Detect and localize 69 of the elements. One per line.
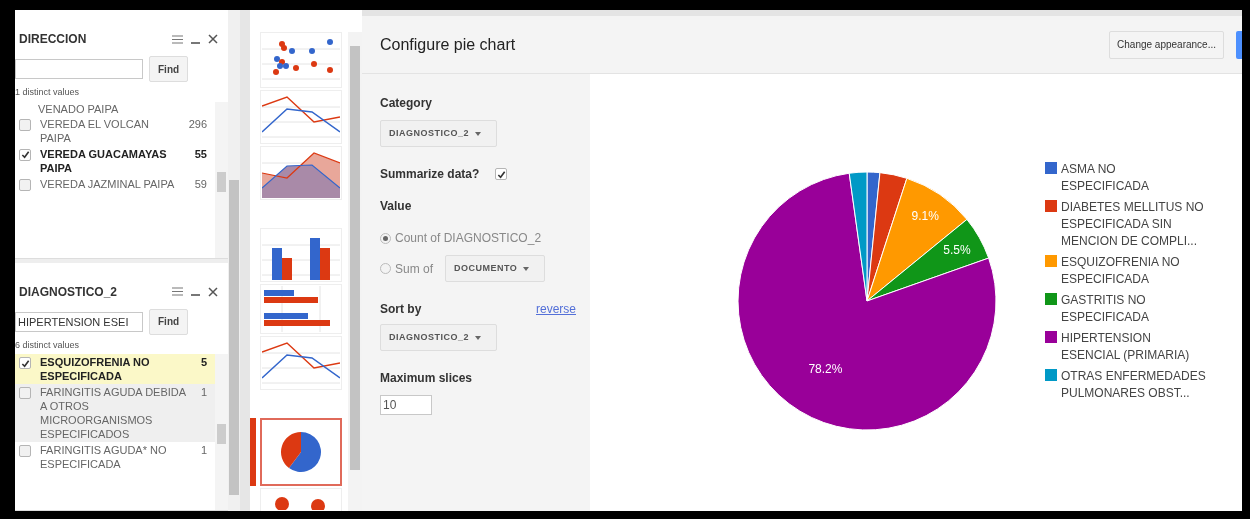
menu-icon[interactable] <box>172 287 183 296</box>
checkbox[interactable] <box>19 178 31 191</box>
slice-label: 5.5% <box>943 243 971 258</box>
legend-label: HIPERTENSION ESENCIAL (PRIMARIA) <box>1061 330 1191 364</box>
reverse-link[interactable]: reverse <box>536 300 576 318</box>
value-label: VENADO PAIPA <box>37 101 120 116</box>
find-button[interactable]: Find <box>149 56 189 82</box>
value-label: VEREDA JAZMINAL PAIPA <box>40 176 176 191</box>
value-count: 296 <box>188 116 207 131</box>
caret-icon <box>475 335 481 340</box>
change-appearance-button[interactable]: Change appearance... <box>1109 30 1224 59</box>
menu-icon[interactable] <box>172 34 183 44</box>
scrollbar[interactable] <box>215 101 228 258</box>
search-field[interactable]: HIPERTENSION ESEI <box>15 311 143 332</box>
summarize-label: Summarize data? <box>380 166 480 183</box>
max-slices-label: Maximum slices <box>380 370 474 387</box>
caret-icon <box>523 266 530 271</box>
legend-label: OTRAS ENFERMEDADES PULMONARES OBST... <box>1061 368 1206 402</box>
value-count: 5 <box>200 355 207 369</box>
slice-label: 9.1% <box>911 208 939 223</box>
distinct-count: 6 distinct values <box>15 338 81 352</box>
dropdown[interactable]: DIAGNOSTICO_2 <box>380 324 497 351</box>
value-count: 55 <box>194 146 207 161</box>
caret-icon <box>475 131 481 136</box>
action-button[interactable] <box>1236 30 1242 59</box>
filter-title: DIRECCION <box>19 31 88 48</box>
category-label: Category <box>380 95 433 112</box>
search-field[interactable] <box>15 59 143 79</box>
value-label: Value <box>380 198 413 215</box>
dropdown[interactable]: DOCUMENTO <box>445 255 545 282</box>
legend-label: ASMA NO ESPECIFICADA <box>1061 161 1151 195</box>
dropdown[interactable]: DIAGNOSTICO_2 <box>380 120 497 147</box>
checkbox[interactable] <box>19 148 31 161</box>
value-label: FARINGITIS AGUDA DEBIDA A OTROS MICROORGANISMOS ESPECIFICADOS <box>40 385 187 441</box>
pie-chart-icon <box>279 430 323 474</box>
find-button[interactable]: Find <box>149 308 189 335</box>
panel-title: Configure pie chart <box>380 34 517 55</box>
scrollbar[interactable] <box>348 32 362 511</box>
value-count: 1 <box>200 443 207 457</box>
scrollbar[interactable] <box>215 354 228 510</box>
value-row[interactable]: ESQUIZOFRENIA NO ESPECIFICADA 5 <box>15 354 215 384</box>
value-label: VEREDA EL VOLCAN PAIPA <box>40 116 151 145</box>
value-label: FARINGITIS AGUDA* NO ESPECIFICADA <box>40 443 168 471</box>
slice-label: 78.2% <box>808 362 843 377</box>
close-icon[interactable] <box>208 286 218 297</box>
scrollbar[interactable] <box>228 10 240 511</box>
value-count: 59 <box>194 176 207 191</box>
value-label: VEREDA GUACAMAYAS PAIPA <box>40 146 168 175</box>
distinct-count: 1 distinct values <box>15 86 81 99</box>
value-row[interactable]: FARINGITIS AGUDA DEBIDA A OTROS MICROORGANISMOS ESPECIFICADOS 1 <box>15 384 215 442</box>
checkbox[interactable] <box>19 445 31 457</box>
close-icon[interactable] <box>208 34 218 44</box>
legend-label: DIABETES MELLITUS NO ESPECIFICADA SIN MENCION DE COMPLI... <box>1061 199 1205 250</box>
checkbox[interactable] <box>19 387 31 399</box>
chart-type-thumbnail[interactable] <box>260 418 342 486</box>
radio-label: Sum of <box>395 260 433 278</box>
checkbox[interactable] <box>495 168 508 180</box>
value-count: 1 <box>200 385 207 399</box>
radio-button[interactable] <box>380 232 391 244</box>
legend-label: GASTRITIS NO ESPECIFICADA <box>1061 292 1151 326</box>
sort-label: Sort by <box>380 301 422 318</box>
checkbox[interactable] <box>19 357 31 369</box>
radio-button[interactable] <box>380 263 391 274</box>
checkbox[interactable] <box>19 118 31 131</box>
max-slices-field[interactable]: 10 <box>380 395 432 415</box>
filter-title: DIAGNOSTICO_2 <box>19 283 118 301</box>
legend-label: ESQUIZOFRENIA NO ESPECIFICADA <box>1061 254 1181 288</box>
radio-label: Count of DIAGNOSTICO_2 <box>395 230 542 247</box>
value-label: ESQUIZOFRENIA NO ESPECIFICADA <box>40 355 151 383</box>
